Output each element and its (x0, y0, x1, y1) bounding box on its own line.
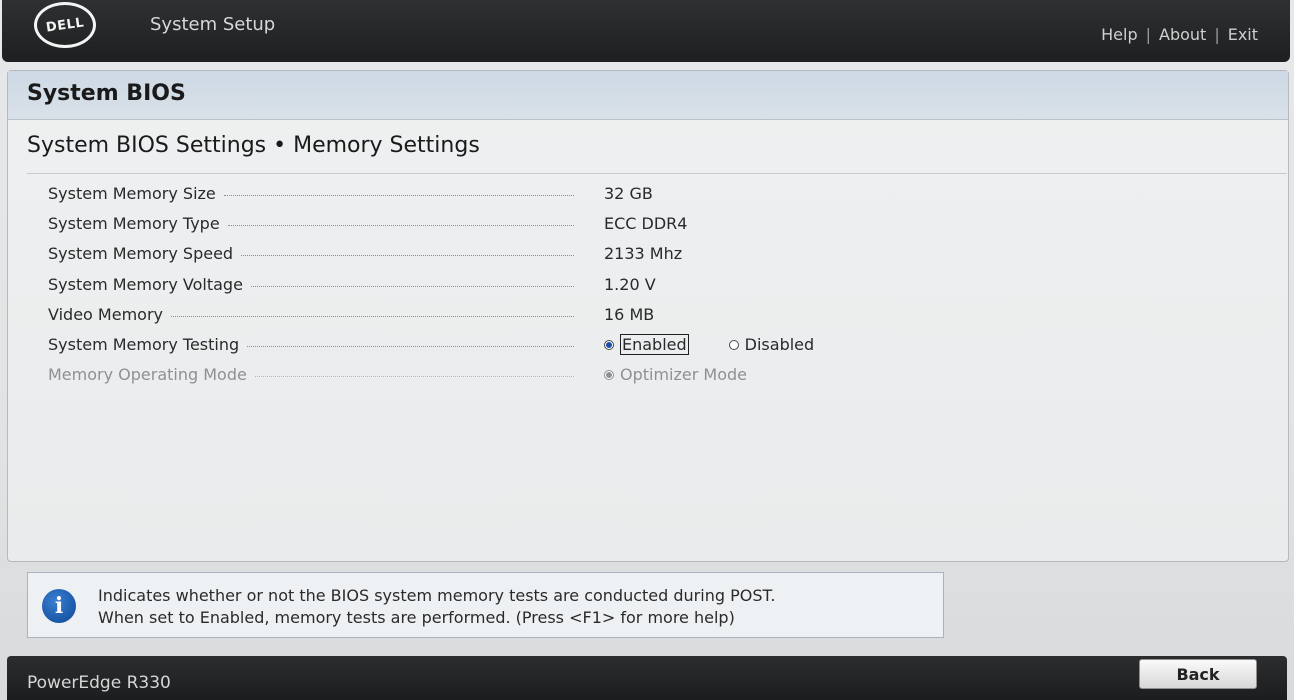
setting-label: System Memory Type (48, 213, 220, 233)
breadcrumb: System BIOS Settings • Memory Settings (27, 133, 480, 158)
radio-selected-disabled-icon (604, 369, 614, 380)
setting-label: System Memory Speed (48, 244, 234, 264)
setting-label: Video Memory (48, 304, 163, 324)
setting-value: 2133 Mhz (604, 244, 683, 264)
leader-dots (241, 255, 574, 257)
radio-selected-icon[interactable] (604, 339, 614, 350)
leader-dots (223, 194, 574, 196)
help-text: Indicates whether or not the BIOS system… (98, 585, 775, 629)
operating-mode-radio-group: Optimizer Mode (604, 365, 747, 384)
radio-label: Optimizer Mode (620, 365, 747, 385)
about-link[interactable]: About (1159, 25, 1206, 44)
leader-dots (227, 224, 574, 226)
setting-label: System Memory Size (48, 183, 216, 203)
dell-logo: DELL (34, 2, 96, 48)
section-divider (27, 173, 1287, 174)
setting-row-memory-type: System Memory Type ECC DDR4 (48, 208, 948, 238)
setting-row-memory-testing: System Memory Testing Enabled Disabled (48, 329, 948, 359)
setting-value: 32 GB (604, 183, 653, 203)
leader-dots (250, 285, 574, 287)
radio-unselected-icon[interactable] (728, 339, 739, 350)
back-button[interactable]: Back (1139, 659, 1257, 689)
setting-value: ECC DDR4 (604, 213, 688, 233)
radio-optimizer-mode: Optimizer Mode (604, 365, 747, 384)
bios-screen: DELL System Setup Help | About | Exit Sy… (0, 0, 1294, 700)
app-title: System Setup (150, 14, 276, 35)
radio-label[interactable]: Enabled (620, 334, 689, 356)
leader-dots (247, 346, 574, 348)
info-icon: i (42, 589, 76, 623)
setting-value: 16 MB (604, 304, 655, 324)
setting-row-memory-size: System Memory Size 32 GB (48, 178, 948, 208)
setting-row-video-memory: Video Memory 16 MB (48, 299, 948, 329)
model-name: PowerEdge R330 (27, 673, 171, 693)
footer-bar: PowerEdge R330 (7, 656, 1287, 700)
link-separator: | (1145, 25, 1151, 44)
leader-dots (254, 376, 574, 378)
help-link[interactable]: Help (1101, 25, 1137, 44)
setting-value: 1.20 V (604, 274, 656, 294)
top-bar: DELL System Setup Help | About | Exit (2, 0, 1290, 62)
top-links: Help | About | Exit (1101, 25, 1258, 44)
setting-row-memory-operating-mode: Memory Operating Mode Optimizer Mode (48, 360, 948, 390)
radio-disabled[interactable]: Disabled (728, 335, 815, 354)
setting-label: Memory Operating Mode (48, 365, 247, 385)
radio-label[interactable]: Disabled (745, 335, 815, 354)
settings-list: System Memory Size 32 GB System Memory T… (48, 178, 948, 390)
memory-testing-radio-group: Enabled Disabled (604, 334, 815, 356)
main-panel: System BIOS System BIOS Settings • Memor… (7, 70, 1289, 562)
setting-label: System Memory Testing (48, 335, 240, 355)
setting-row-memory-voltage: System Memory Voltage 1.20 V (48, 269, 948, 299)
help-line-1: Indicates whether or not the BIOS system… (98, 586, 776, 605)
link-separator: | (1214, 25, 1220, 44)
page-title: System BIOS (27, 81, 186, 106)
exit-link[interactable]: Exit (1228, 25, 1258, 44)
leader-dots (170, 315, 574, 317)
help-line-2: When set to Enabled, memory tests are pe… (98, 608, 735, 627)
radio-enabled[interactable]: Enabled (604, 334, 689, 356)
setting-label: System Memory Voltage (48, 274, 243, 294)
setting-row-memory-speed: System Memory Speed 2133 Mhz (48, 239, 948, 269)
help-box: i Indicates whether or not the BIOS syst… (27, 572, 944, 638)
panel-header: System BIOS (8, 71, 1288, 120)
